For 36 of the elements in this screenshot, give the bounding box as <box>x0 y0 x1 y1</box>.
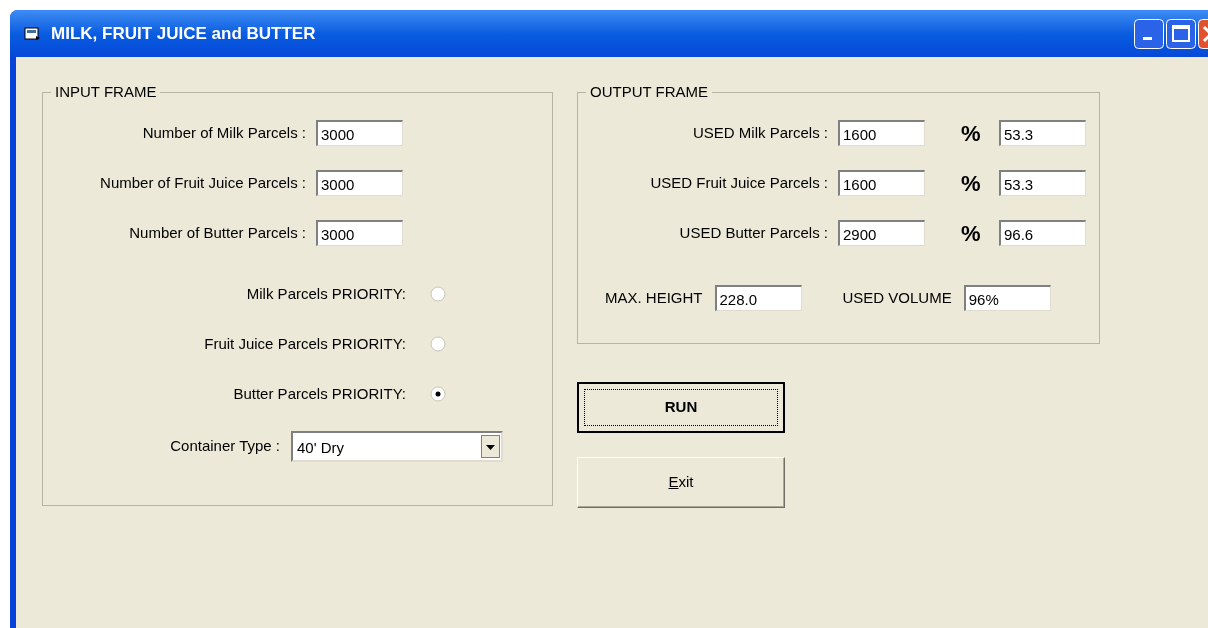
number-field[interactable]: 3000 <box>316 220 403 246</box>
output-field[interactable]: 1600 <box>838 120 925 146</box>
radio-label: Butter Parcels PRIORITY: <box>232 383 406 404</box>
number-field[interactable]: 3000 <box>316 170 403 196</box>
app-icon <box>24 26 41 41</box>
field-label: USED Milk Parcels : <box>691 122 828 143</box>
radio-button[interactable] <box>430 386 446 402</box>
used-volume-field[interactable]: 96% <box>963 285 1051 311</box>
field-label: Number of Butter Parcels : <box>128 222 306 243</box>
number-field[interactable]: 3000 <box>316 120 403 146</box>
field-label: Number of Fruit Juice Parcels : <box>99 172 306 193</box>
radio-button[interactable] <box>430 286 446 302</box>
radio-label: Fruit Juice Parcels PRIORITY: <box>203 333 406 354</box>
percent-field[interactable]: 96.6 <box>999 220 1086 246</box>
max-height-field[interactable]: 228.0 <box>714 285 802 311</box>
container-dropdown[interactable]: 40' Dry <box>291 431 503 462</box>
field-label: USED Butter Parcels : <box>678 222 828 243</box>
minimize-icon[interactable] <box>1134 18 1164 49</box>
field-label: USED VOLUME <box>842 287 952 308</box>
field-label: Number of Milk Parcels : <box>141 122 306 143</box>
percent-sign: % <box>961 219 982 248</box>
window-title: MILK, FRUIT JUICE and BUTTER <box>51 22 316 45</box>
output-field[interactable]: 1600 <box>838 170 925 196</box>
output-field[interactable]: 2900 <box>838 220 925 246</box>
maximize-icon[interactable] <box>1166 18 1196 49</box>
field-label: Container Type : <box>169 436 280 457</box>
percent-field[interactable]: 53.3 <box>999 120 1086 146</box>
field-label: USED Fruit Juice Parcels : <box>649 172 828 193</box>
percent-sign: % <box>961 119 982 148</box>
field-label: MAX. HEIGHT <box>605 287 703 308</box>
run-button[interactable]: RUN <box>577 382 785 433</box>
percent-field[interactable]: 53.3 <box>999 170 1086 196</box>
radio-label: Milk Parcels PRIORITY: <box>245 283 406 304</box>
percent-sign: % <box>961 169 982 198</box>
exit-button[interactable]: Exit <box>577 457 785 508</box>
radio-button[interactable] <box>430 336 446 352</box>
